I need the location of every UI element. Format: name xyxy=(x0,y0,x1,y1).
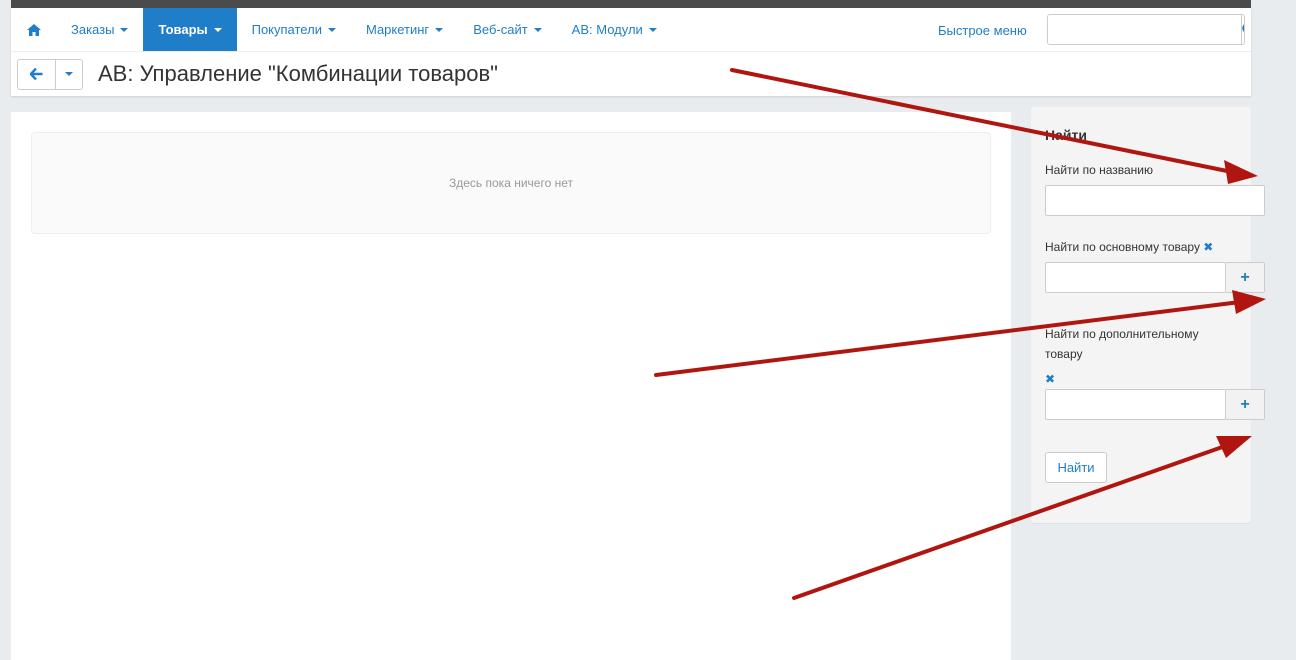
nav-ab-modules[interactable]: AB: Модули xyxy=(557,8,672,51)
caret-down-icon xyxy=(65,72,73,76)
nav-home[interactable] xyxy=(11,8,56,51)
add-main-product-button[interactable]: + xyxy=(1226,262,1265,293)
nav-website[interactable]: Веб-сайт xyxy=(458,8,556,51)
nav-website-label: Веб-сайт xyxy=(473,22,528,37)
main-content: Здесь пока ничего нет xyxy=(11,112,1011,660)
home-icon xyxy=(27,23,41,36)
nav-marketing[interactable]: Маркетинг xyxy=(351,8,458,51)
empty-state: Здесь пока ничего нет xyxy=(31,132,991,234)
find-button[interactable]: Найти xyxy=(1045,452,1107,483)
nav-ab-modules-label: AB: Модули xyxy=(571,22,643,37)
arrow-left-icon xyxy=(30,68,43,80)
nav-products-label: Товары xyxy=(158,22,208,37)
back-button-group xyxy=(17,58,83,90)
search-sidebar: Найти Найти по названию Найти по основно… xyxy=(1031,107,1265,523)
nav-marketing-label: Маркетинг xyxy=(365,22,430,37)
clear-additional-product-icon[interactable]: ✖ xyxy=(1045,372,1055,386)
header: Заказы Товары Покупатели Маркетинг Веб-с… xyxy=(11,8,1251,96)
page-title: AB: Управление "Комбинации товаров" xyxy=(98,61,498,86)
nav-products[interactable]: Товары xyxy=(143,8,237,51)
main-nav: Заказы Товары Покупатели Маркетинг Веб-с… xyxy=(11,8,1251,52)
main-product-label-text: Найти по основному товару xyxy=(1045,240,1200,254)
additional-product-label-line2: товару xyxy=(1045,347,1083,361)
caret-down-icon xyxy=(213,27,222,32)
empty-state-text: Здесь пока ничего нет xyxy=(449,176,573,190)
search-icon xyxy=(1242,24,1244,33)
back-dropdown-button[interactable] xyxy=(56,60,82,89)
quick-menu-link[interactable]: Быстрое меню xyxy=(938,8,1027,52)
search-input[interactable] xyxy=(1048,15,1241,44)
nav-orders-label: Заказы xyxy=(71,22,115,37)
add-additional-product-button[interactable]: + xyxy=(1226,389,1265,420)
main-product-input[interactable] xyxy=(1045,262,1226,293)
caret-down-icon xyxy=(648,27,657,32)
additional-product-input[interactable] xyxy=(1045,389,1226,420)
caret-down-icon xyxy=(533,27,542,32)
additional-product-label: Найти по дополнительному xyxy=(1045,327,1199,341)
search-button[interactable] xyxy=(1241,15,1244,44)
top-strip xyxy=(11,0,1251,8)
caret-down-icon xyxy=(435,27,444,32)
nav-customers-label: Покупатели xyxy=(251,22,322,37)
title-bar: AB: Управление "Комбинации товаров" xyxy=(11,52,1251,96)
back-button[interactable] xyxy=(18,59,56,89)
name-search-label: Найти по названию xyxy=(1045,163,1153,177)
nav-orders[interactable]: Заказы xyxy=(56,8,143,51)
main-product-label: Найти по основному товару ✖ xyxy=(1045,237,1213,257)
caret-down-icon xyxy=(327,27,336,32)
sidebar-title: Найти xyxy=(1045,127,1087,143)
clear-main-product-icon[interactable]: ✖ xyxy=(1203,240,1213,254)
nav-customers[interactable]: Покупатели xyxy=(237,8,351,51)
caret-down-icon xyxy=(120,27,129,32)
search-box xyxy=(1047,14,1245,45)
name-search-input[interactable] xyxy=(1045,185,1265,216)
clear-additional-product: ✖ xyxy=(1045,369,1055,389)
